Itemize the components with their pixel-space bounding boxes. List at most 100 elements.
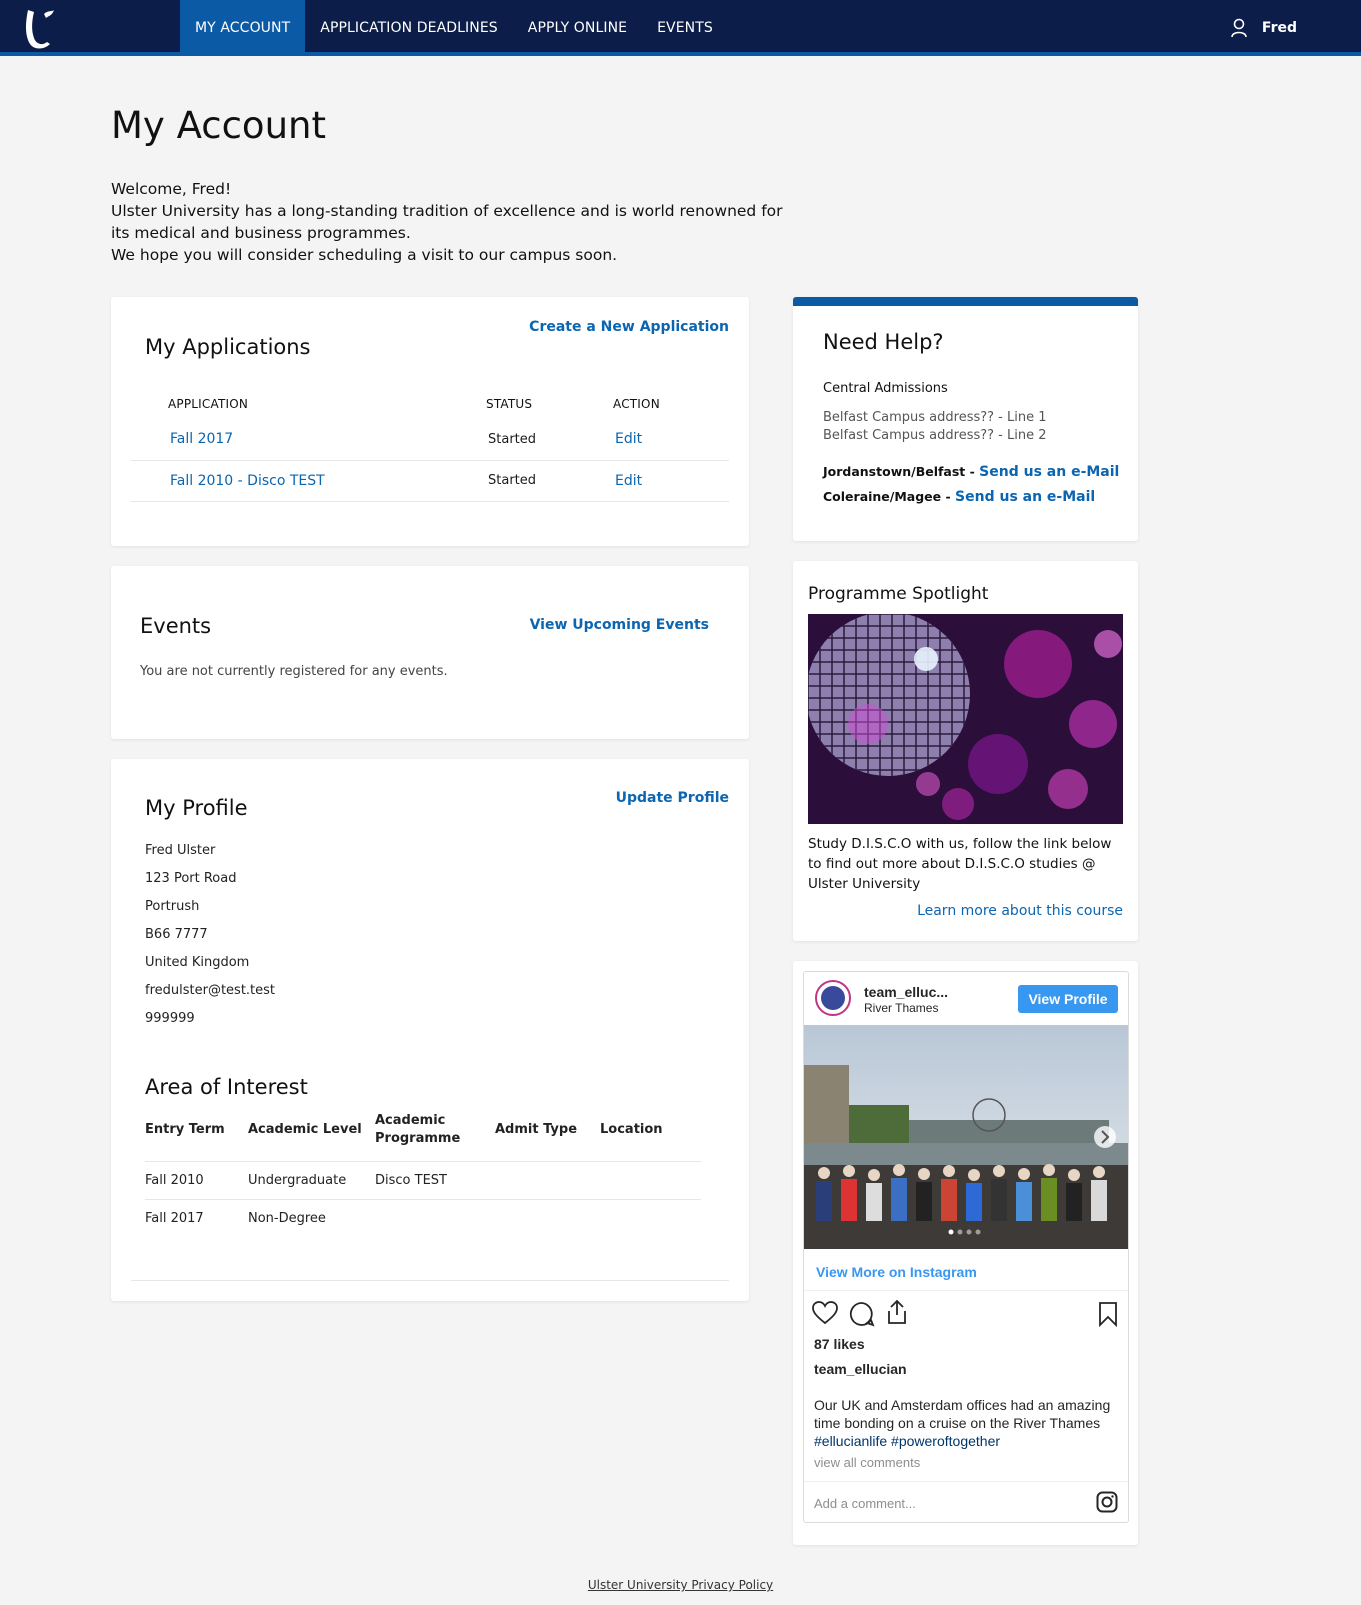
top-nav-bar: MY ACCOUNT APPLICATION DEADLINES APPLY O…: [0, 0, 1361, 56]
column-header: APPLICATION: [168, 397, 249, 411]
contact-jordanstown: Jordanstown/Belfast - Send us an e-Mail: [823, 464, 1119, 480]
post-caption: Our UK and Amsterdam offices had an amaz…: [814, 1396, 1114, 1450]
divider: [804, 1290, 1128, 1291]
application-link[interactable]: Fall 2010 - Disco TEST: [170, 473, 325, 489]
applications-title: My Applications: [145, 335, 311, 359]
view-all-comments[interactable]: view all comments: [814, 1455, 920, 1470]
likes-count: 87 likes: [814, 1336, 865, 1352]
application-link[interactable]: Fall 2017: [170, 431, 233, 447]
profile-address-1: 123 Port Road: [145, 871, 237, 886]
instagram-location[interactable]: River Thames: [864, 1001, 938, 1015]
contact-label: Coleraine/Magee -: [823, 489, 956, 504]
instagram-embed: team_elluc... River Thames View Profile: [803, 971, 1129, 1523]
column-header: Location: [600, 1121, 663, 1137]
table-cell: [495, 1198, 600, 1237]
profile-postcode: B66 7777: [145, 927, 208, 942]
update-profile-link[interactable]: Update Profile: [616, 790, 729, 806]
table-row: Fall 2010 - Disco TEST Started Edit: [131, 460, 729, 502]
instagram-avatar[interactable]: [815, 980, 851, 1016]
table-cell: [375, 1198, 495, 1237]
caption-text: Our UK and Amsterdam offices had an amaz…: [814, 1397, 1111, 1431]
user-name: Fred: [1261, 20, 1297, 36]
user-icon: [1231, 18, 1247, 38]
profile-title: My Profile: [145, 796, 248, 820]
profile-email: fredulster@test.test: [145, 983, 276, 998]
table-cell: Undergraduate: [248, 1160, 375, 1199]
edit-link[interactable]: Edit: [615, 431, 642, 447]
address-line-1: Belfast Campus address?? - Line 1: [823, 410, 1047, 425]
events-card: Events View Upcoming Events You are not …: [111, 566, 749, 739]
applications-card: Create a New Application My Applications…: [111, 297, 749, 546]
profile-card: Update Profile My Profile Fred Ulster 12…: [111, 759, 749, 1301]
welcome-line: Ulster University has a long-standing tr…: [111, 202, 783, 242]
table-cell: Disco TEST: [375, 1160, 495, 1199]
profile-name: Fred Ulster: [145, 843, 216, 858]
table-row: Fall 2017 Started Edit: [131, 419, 729, 461]
column-header: Academic Programme: [375, 1112, 461, 1146]
nav-events[interactable]: EVENTS: [642, 0, 728, 56]
contact-label: Jordanstown/Belfast -: [823, 464, 980, 479]
table-row: Fall 2010 Undergraduate Disco TEST: [145, 1160, 701, 1199]
status-cell: Started: [486, 460, 613, 502]
help-subtitle: Central Admissions: [823, 381, 948, 396]
bookmark-icon[interactable]: [1098, 1301, 1118, 1332]
learn-more-link[interactable]: Learn more about this course: [917, 903, 1123, 919]
welcome-line: We hope you will consider scheduling a v…: [111, 246, 618, 264]
address-line-2: Belfast Campus address?? - Line 2: [823, 428, 1047, 443]
nav-application-deadlines[interactable]: APPLICATION DEADLINES: [305, 0, 513, 56]
heart-icon[interactable]: [812, 1301, 838, 1330]
profile-country: United Kingdom: [145, 955, 250, 970]
instagram-photo: [804, 1025, 1128, 1249]
share-icon[interactable]: [885, 1299, 909, 1330]
hashtags[interactable]: #ellucianlife #poweroftogether: [814, 1432, 1114, 1450]
column-header: Academic Level: [248, 1121, 362, 1137]
table-cell: Fall 2017: [145, 1198, 248, 1237]
welcome-message: Welcome, Fred! Ulster University has a l…: [111, 178, 791, 266]
email-link[interactable]: Send us an e-Mail: [955, 489, 1095, 505]
comment-input[interactable]: Add a comment...: [814, 1496, 916, 1511]
contact-coleraine: Coleraine/Magee - Send us an e-Mail: [823, 489, 1095, 505]
post-author[interactable]: team_ellucian: [814, 1361, 907, 1377]
comment-icon[interactable]: [849, 1301, 875, 1332]
spotlight-card: Programme Spotlight Study D.I.S.C.O with…: [793, 561, 1138, 941]
table-cell: [600, 1160, 701, 1199]
area-of-interest-table: Entry Term Academic Level Academic Progr…: [145, 1099, 701, 1237]
nav-apply-online[interactable]: APPLY ONLINE: [513, 0, 642, 56]
view-profile-button[interactable]: View Profile: [1018, 985, 1118, 1013]
email-link[interactable]: Send us an e-Mail: [979, 464, 1119, 480]
view-upcoming-events-link[interactable]: View Upcoming Events: [530, 617, 709, 633]
table-cell: Non-Degree: [248, 1198, 375, 1237]
privacy-policy-link[interactable]: Ulster University Privacy Policy: [588, 1578, 773, 1592]
instagram-username[interactable]: team_elluc...: [864, 984, 948, 1000]
instagram-card: team_elluc... River Thames View Profile: [793, 961, 1138, 1545]
nav-my-account[interactable]: MY ACCOUNT: [180, 0, 306, 56]
events-title: Events: [140, 614, 212, 638]
welcome-line: Welcome, Fred!: [111, 180, 232, 198]
footer: Ulster University Privacy Policy: [0, 1565, 1361, 1605]
column-header: Entry Term: [145, 1121, 225, 1137]
spotlight-title: Programme Spotlight: [808, 584, 989, 604]
area-of-interest-title: Area of Interest: [145, 1075, 308, 1099]
profile-city: Portrush: [145, 899, 200, 914]
table-cell: [600, 1198, 701, 1237]
instagram-icon[interactable]: [1096, 1491, 1118, 1518]
divider: [131, 1280, 729, 1281]
view-more-instagram-link[interactable]: View More on Instagram: [816, 1264, 977, 1280]
column-header: Admit Type: [495, 1121, 578, 1137]
column-header: ACTION: [613, 397, 660, 411]
disco-ball-image: [808, 614, 1123, 824]
main-nav: MY ACCOUNT APPLICATION DEADLINES APPLY O…: [180, 0, 728, 56]
events-message: You are not currently registered for any…: [140, 664, 448, 679]
spotlight-description: Study D.I.S.C.O with us, follow the link…: [808, 836, 1112, 892]
need-help-card: Need Help? Central Admissions Belfast Ca…: [793, 297, 1138, 541]
page-title: My Account: [111, 104, 326, 147]
edit-link[interactable]: Edit: [615, 473, 642, 489]
ulster-logo[interactable]: [20, 6, 60, 50]
user-menu[interactable]: Fred: [1230, 18, 1297, 38]
divider: [804, 1481, 1128, 1482]
create-application-link[interactable]: Create a New Application: [529, 319, 729, 335]
applications-table: APPLICATION STATUS ACTION Fall 2017 Star…: [131, 389, 729, 502]
status-cell: Started: [486, 419, 613, 461]
column-header: STATUS: [486, 397, 533, 411]
table-row: Fall 2017 Non-Degree: [145, 1198, 701, 1237]
